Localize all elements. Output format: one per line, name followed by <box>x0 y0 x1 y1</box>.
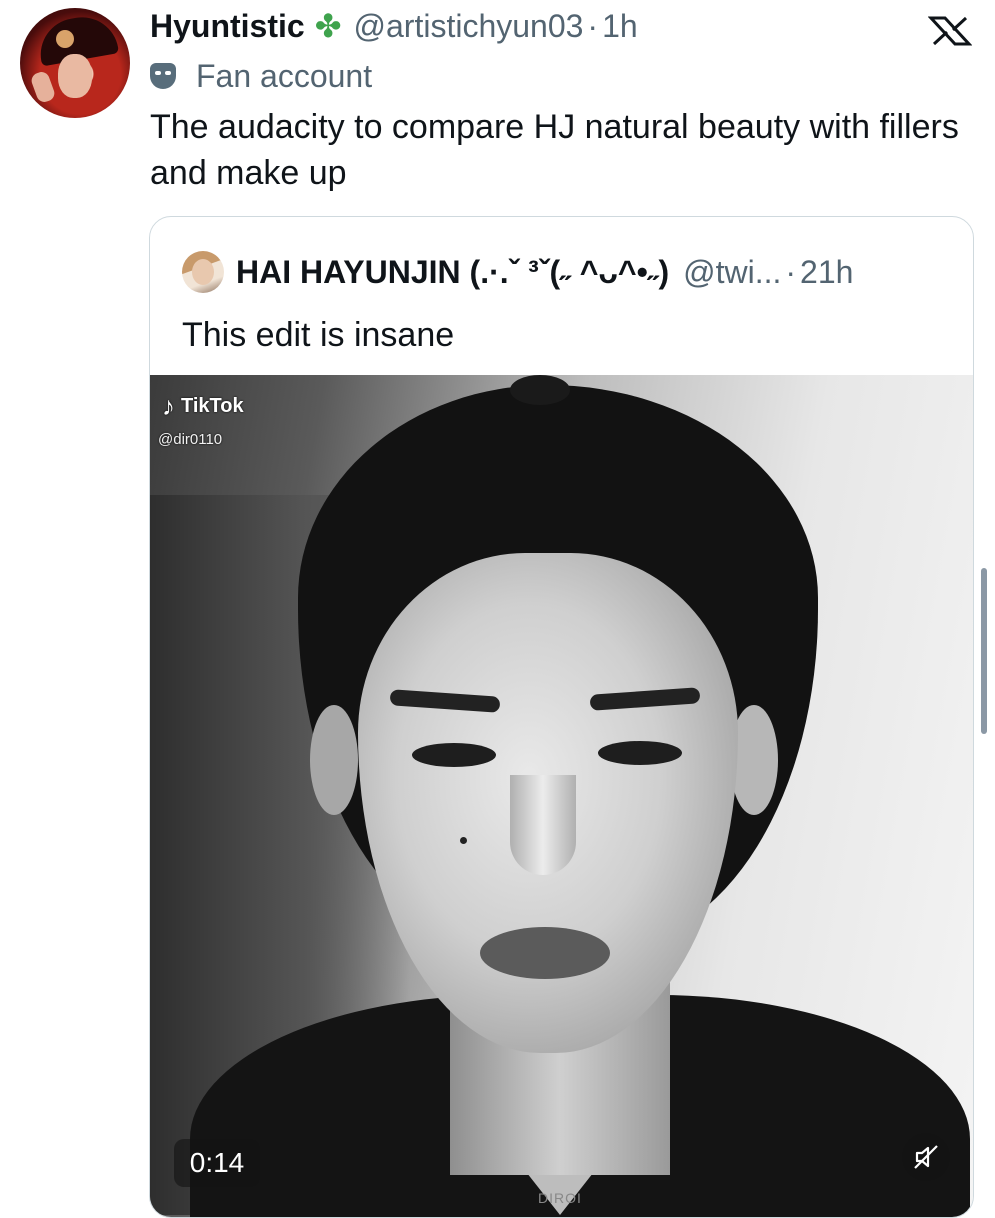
video-subject-hair-tuft <box>510 375 570 405</box>
video-subject-right-eye <box>598 741 682 765</box>
tiktok-watermark: ♪ TikTok <box>162 391 244 422</box>
avatar-face-shape <box>58 54 92 98</box>
account-label: Fan account <box>196 57 373 94</box>
tiktok-username: @dir0110 <box>158 431 223 448</box>
video-duration-badge: 0:14 <box>174 1139 260 1187</box>
author-handle[interactable]: @artistichyun03 <box>354 8 584 45</box>
scrollbar-thumb[interactable] <box>981 568 987 734</box>
video-subject-left-ear <box>310 705 358 815</box>
quoted-tweet-text: This edit is insane <box>182 316 455 354</box>
account-label-row: Fan account <box>150 56 372 96</box>
video-subject-left-eye <box>412 743 496 767</box>
author-avatar[interactable] <box>20 8 130 118</box>
quoted-tweet-header: HAI HAYUNJIN (.·.ˇ ³ˇ(˶ ^ᴗ^•˶) @twi... ·… <box>182 249 853 295</box>
tiktok-note-icon: ♪ <box>162 391 175 421</box>
tweet-text: The audacity to compare HJ natural beaut… <box>150 108 959 192</box>
quoted-author-avatar[interactable] <box>182 251 224 293</box>
video-subject-mole <box>460 837 467 844</box>
author-display-name[interactable]: Hyuntistic <box>150 8 305 45</box>
mute-button[interactable] <box>902 1133 950 1181</box>
video-player[interactable]: ♪ TikTok @dir0110 DIROI 0:14 <box>150 375 973 1217</box>
avatar-hat-badge <box>56 30 74 48</box>
video-subject-lips <box>480 927 610 979</box>
tweet-timestamp[interactable]: 1h <box>602 8 638 45</box>
tiktok-app-name: TikTok <box>181 395 244 417</box>
theater-mask-icon <box>150 63 176 89</box>
speaker-muted-icon <box>914 1145 938 1169</box>
quoted-tweet-timestamp[interactable]: 21h <box>800 254 853 291</box>
header-separator: · <box>587 7 599 44</box>
x-logo-icon <box>928 16 972 46</box>
avatar-hand-shape <box>29 69 57 105</box>
video-subject-nose <box>510 775 576 875</box>
quoted-author-handle[interactable]: @twi... <box>683 254 781 291</box>
clover-icon: ✤ <box>314 8 342 44</box>
video-bottom-watermark: DIROI <box>538 1190 582 1206</box>
quoted-tweet-card[interactable]: HAI HAYUNJIN (.·.ˇ ³ˇ(˶ ^ᴗ^•˶) @twi... ·… <box>149 216 974 1218</box>
quoted-author-display-name[interactable]: HAI HAYUNJIN (.·.ˇ ³ˇ(˶ ^ᴗ^•˶) <box>236 254 669 291</box>
tweet-header: Hyuntistic ✤ @artistichyun03 · 1h <box>150 6 638 46</box>
quoted-header-separator: · <box>785 253 797 290</box>
